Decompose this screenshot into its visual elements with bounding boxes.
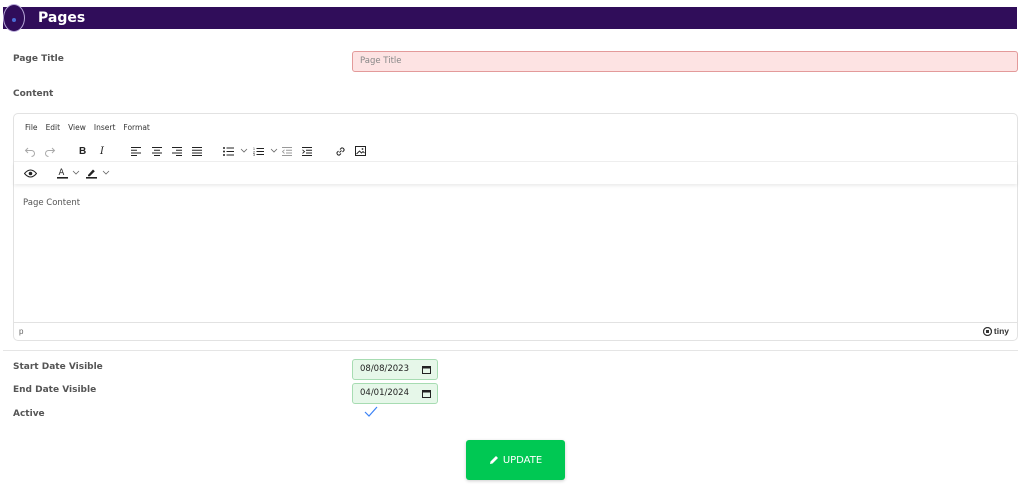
element-path[interactable]: p <box>19 327 23 336</box>
start-date-label: Start Date Visible <box>13 362 103 372</box>
pencil-icon <box>489 456 498 464</box>
page-title-input[interactable]: Page Title <box>352 51 1018 72</box>
image-icon[interactable] <box>355 144 366 158</box>
align-center-icon[interactable] <box>152 144 162 158</box>
tiny-brand-label: tiny <box>993 326 1009 336</box>
preview-icon[interactable] <box>24 166 37 180</box>
menu-view[interactable]: View <box>68 123 86 132</box>
undo-icon[interactable] <box>24 144 36 158</box>
highlight-icon[interactable] <box>86 166 97 180</box>
bullet-list-icon[interactable] <box>223 144 234 158</box>
menu-format[interactable]: Format <box>123 123 149 132</box>
page-title-label: Page Title <box>13 54 64 64</box>
chevron-down-icon[interactable] <box>102 167 110 179</box>
outdent-icon[interactable] <box>282 144 292 158</box>
page-title: Pages <box>38 10 86 26</box>
svg-text:A: A <box>59 168 65 178</box>
redo-icon[interactable] <box>44 144 56 158</box>
content-label: Content <box>13 89 54 99</box>
active-label: Active <box>13 409 45 419</box>
page-header: Pages <box>3 4 1017 32</box>
italic-icon[interactable]: I <box>100 144 104 158</box>
editor-toolbar-row-2: A <box>14 162 1017 184</box>
editor-statusbar: p tiny <box>14 322 1017 340</box>
editor-toolbar-row-1: B I 123 <box>14 140 1017 162</box>
svg-text:3: 3 <box>253 153 255 156</box>
text-color-icon[interactable]: A <box>57 166 68 180</box>
editor-content-area[interactable]: Page Content <box>14 186 1017 320</box>
tiny-brand[interactable]: tiny <box>982 326 1009 336</box>
chevron-down-icon[interactable] <box>240 145 248 157</box>
calendar-icon[interactable] <box>422 389 431 398</box>
update-button-label: UPDATE <box>502 454 543 466</box>
start-date-value: 08/08/2023 <box>360 364 409 374</box>
menu-toggle-button[interactable] <box>3 4 25 32</box>
rich-text-editor: File Edit View Insert Format B I 1 2 3 A… <box>13 113 1018 341</box>
menu-insert[interactable]: Insert <box>94 123 116 132</box>
link-icon[interactable] <box>335 144 346 158</box>
indent-icon[interactable] <box>302 144 312 158</box>
align-left-icon[interactable] <box>131 144 141 158</box>
editor-placeholder: Page Content <box>23 198 81 208</box>
align-justify-icon[interactable] <box>192 144 202 158</box>
tiny-logo-icon <box>982 326 992 336</box>
numbered-list-icon[interactable]: 123 <box>253 144 264 158</box>
chevron-down-icon[interactable] <box>72 167 80 179</box>
bold-icon[interactable]: B <box>79 144 86 158</box>
chevron-down-icon[interactable] <box>270 145 278 157</box>
editor-menubar: File Edit View Insert Format <box>25 123 158 132</box>
menu-edit[interactable]: Edit <box>46 123 61 132</box>
section-divider <box>3 350 1018 351</box>
calendar-icon[interactable] <box>422 365 431 374</box>
end-date-input[interactable]: 04/01/2024 <box>352 383 438 404</box>
end-date-label: End Date Visible <box>13 385 97 395</box>
end-date-value: 04/01/2024 <box>360 388 409 398</box>
active-checkbox[interactable] <box>364 406 378 418</box>
start-date-input[interactable]: 08/08/2023 <box>352 359 438 380</box>
dot-icon <box>12 18 16 22</box>
update-button[interactable]: UPDATE <box>466 440 565 480</box>
align-right-icon[interactable] <box>172 144 182 158</box>
menu-file[interactable]: File <box>25 123 38 132</box>
